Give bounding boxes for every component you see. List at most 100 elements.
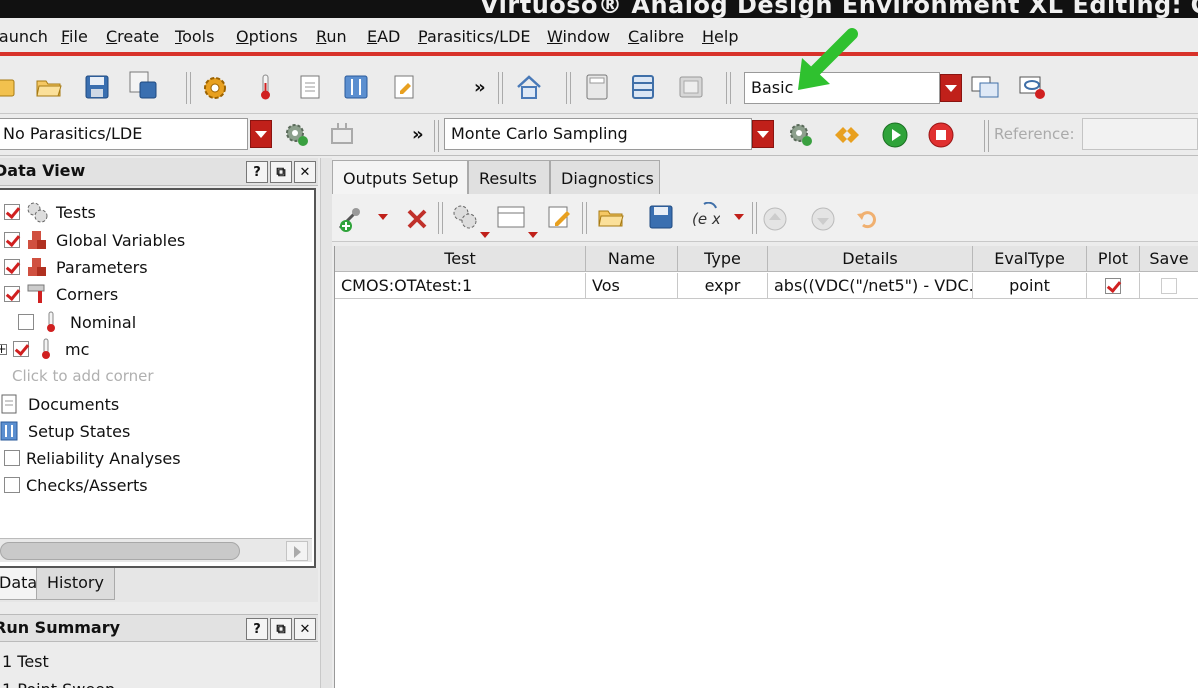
tab-outputs-setup[interactable]: Outputs Setup [332, 160, 468, 194]
nominal-checkbox[interactable] [18, 314, 34, 330]
table-dropdown-icon[interactable] [528, 232, 538, 238]
global-variables-checkbox[interactable] [4, 232, 20, 248]
cell-details[interactable]: abs((VDC("/net5") - VDC... [768, 273, 973, 299]
column-header-evaltype[interactable]: EvalType [973, 246, 1087, 272]
checks-asserts-checkbox[interactable] [4, 477, 20, 493]
document-edit-icon[interactable] [390, 72, 420, 102]
menu-window[interactable]: Window [547, 27, 610, 46]
float-icon[interactable]: ⧉ [270, 161, 292, 183]
menu-help[interactable]: Help [702, 27, 738, 46]
view-settings-icon[interactable] [1018, 72, 1048, 102]
window-layout-icon[interactable] [970, 72, 1000, 102]
corners-checkbox[interactable] [4, 286, 20, 302]
column-header-type[interactable]: Type [678, 246, 768, 272]
cell-type[interactable]: expr [678, 273, 768, 299]
toolbar-overflow-chevron[interactable]: » [474, 77, 486, 98]
menu-parasitics-lde[interactable]: Parasitics/LDE [418, 27, 531, 46]
calculator-icon[interactable] [582, 72, 612, 102]
setup-states-icon[interactable] [342, 72, 372, 102]
home-icon[interactable] [514, 72, 544, 102]
setup-dropdown-icon[interactable] [480, 232, 490, 238]
column-header-save[interactable]: Save [1140, 246, 1198, 272]
add-output-icon[interactable] [336, 204, 366, 234]
parasitics-combo[interactable]: No Parasitics/LDE [0, 118, 248, 150]
move-down-icon[interactable] [808, 204, 838, 234]
scroll-right-arrow-icon[interactable] [286, 541, 308, 561]
table-view-icon[interactable] [628, 72, 658, 102]
scrollbar-thumb[interactable] [0, 542, 240, 560]
document-new-icon[interactable] [296, 72, 326, 102]
cell-plot[interactable] [1087, 273, 1140, 299]
close-icon[interactable]: ✕ [294, 618, 316, 640]
reference-input[interactable] [1082, 118, 1198, 150]
delete-icon[interactable] [402, 204, 432, 234]
menu-run[interactable]: Run [316, 27, 347, 46]
menu-tools[interactable]: Tools [175, 27, 214, 46]
column-header-details[interactable]: Details [768, 246, 973, 272]
move-up-icon[interactable] [760, 204, 790, 234]
new-folder-icon[interactable] [0, 72, 18, 102]
mc-checkbox[interactable] [13, 341, 29, 357]
panel-splitter[interactable] [320, 158, 332, 688]
undo-icon[interactable] [852, 204, 882, 234]
cell-name[interactable]: Vos [586, 273, 678, 299]
open-folder-icon[interactable] [596, 202, 626, 232]
expression-dropdown-icon[interactable] [734, 214, 744, 220]
expand-plus-icon[interactable]: + [0, 343, 7, 355]
help-icon[interactable]: ? [246, 618, 268, 640]
tree-item-add-corner[interactable]: Click to add corner [12, 364, 154, 388]
plot-checkbox[interactable] [1105, 277, 1121, 294]
edit-notes-icon[interactable] [544, 202, 574, 232]
expression-icon[interactable]: (e x) [690, 202, 720, 232]
menu-options[interactable]: Options [236, 27, 298, 46]
parasitics-combo-dropdown-icon[interactable] [250, 120, 272, 148]
tree-item-checks-asserts[interactable]: Checks/Asserts [4, 473, 148, 497]
cell-save[interactable] [1140, 273, 1198, 299]
parameters-checkbox[interactable] [4, 259, 20, 275]
mode-combo-dropdown-icon[interactable] [940, 74, 962, 102]
save-icon[interactable] [646, 202, 676, 232]
tab-results[interactable]: Results [468, 160, 550, 194]
tree-item-mc[interactable]: + mc [0, 337, 89, 361]
open-folder-icon[interactable] [34, 72, 64, 102]
run-simulation-icon[interactable] [880, 120, 910, 150]
tree-item-reliability-analyses[interactable]: Reliability Analyses [4, 446, 181, 470]
stop-simulation-icon[interactable] [926, 120, 956, 150]
menu-file[interactable]: File [61, 27, 88, 46]
tests-checkbox[interactable] [4, 204, 20, 220]
run-mode-combo-dropdown-icon[interactable] [752, 120, 774, 148]
gear-settings-icon[interactable] [200, 72, 230, 102]
close-icon[interactable]: ✕ [294, 161, 316, 183]
tree-item-documents[interactable]: Documents [0, 392, 119, 416]
tab-history[interactable]: History [36, 568, 115, 600]
run-mode-combo[interactable]: Monte Carlo Sampling [444, 118, 752, 150]
float-icon[interactable]: ⧉ [270, 618, 292, 640]
results-browser-icon[interactable] [676, 72, 706, 102]
setup-gear-icon[interactable] [450, 202, 480, 232]
save-checkbox[interactable] [1161, 277, 1177, 294]
tree-item-nominal[interactable]: Nominal [18, 310, 136, 334]
table-icon[interactable] [496, 202, 526, 232]
save-as-icon[interactable] [128, 70, 158, 100]
tree-item-parameters[interactable]: Parameters [4, 255, 148, 279]
tree-item-setup-states[interactable]: Setup States [0, 419, 130, 443]
tree-item-global-variables[interactable]: Global Variables [4, 228, 185, 252]
help-icon[interactable]: ? [246, 161, 268, 183]
menu-calibre[interactable]: Calibre [628, 27, 684, 46]
cell-evaltype[interactable]: point [973, 273, 1087, 299]
gear-run-icon[interactable] [282, 120, 312, 150]
netlist-icon[interactable] [832, 120, 862, 150]
tree-horizontal-scrollbar[interactable] [0, 538, 312, 562]
tree-item-corners[interactable]: Corners [4, 282, 118, 306]
extraction-icon[interactable] [328, 120, 358, 150]
menu-ead[interactable]: EAD [367, 27, 400, 46]
menu-create[interactable]: Create [106, 27, 159, 46]
reliability-checkbox[interactable] [4, 450, 20, 466]
column-header-plot[interactable]: Plot [1087, 246, 1140, 272]
simulation-options-icon[interactable] [786, 120, 816, 150]
menu-launch[interactable]: Launch [0, 27, 48, 46]
tree-item-tests[interactable]: Tests [4, 200, 96, 224]
save-icon[interactable] [82, 72, 112, 102]
cell-test[interactable]: CMOS:OTAtest:1 [335, 273, 586, 299]
tab-diagnostics[interactable]: Diagnostics [550, 160, 660, 194]
